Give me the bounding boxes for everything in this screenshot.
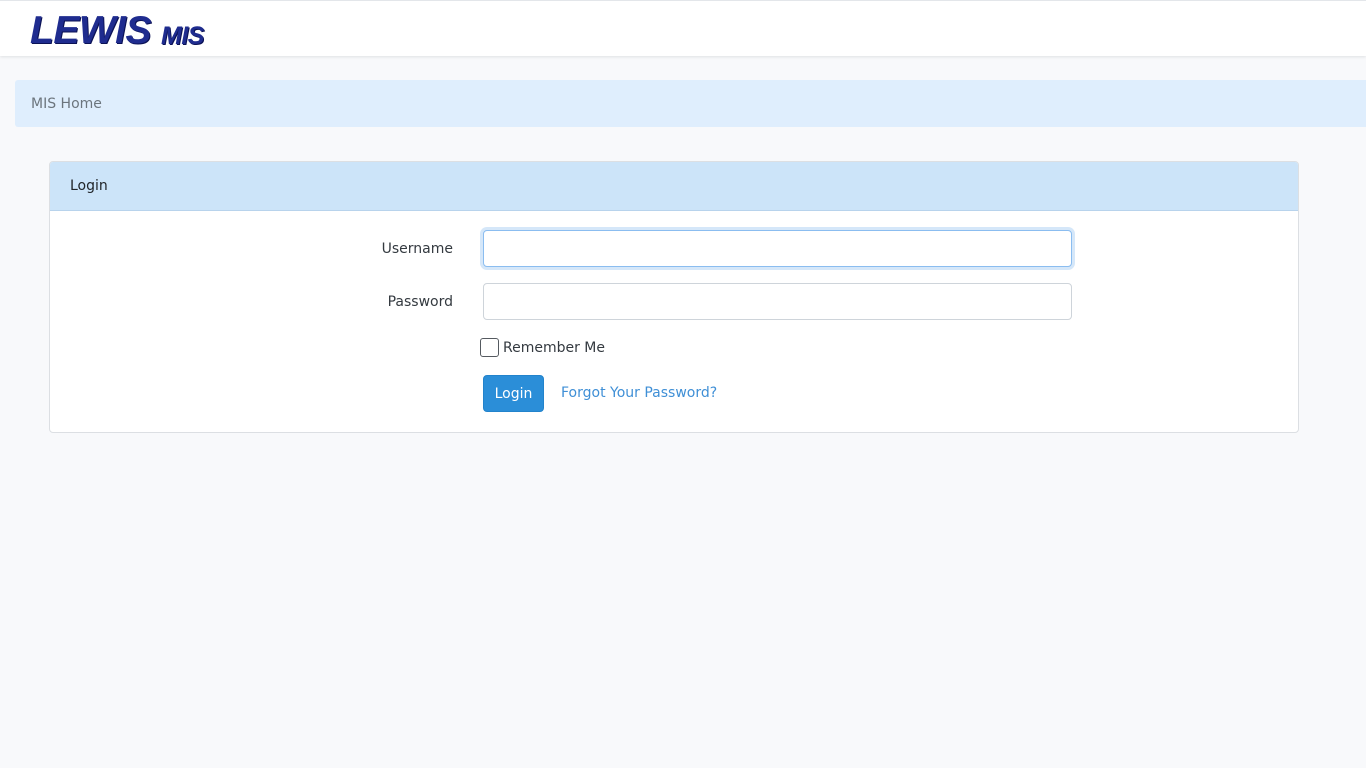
username-input[interactable]	[483, 230, 1072, 267]
remember-me-label[interactable]: Remember Me	[503, 340, 605, 356]
password-label: Password	[387, 294, 453, 310]
username-label: Username	[381, 241, 453, 257]
brand-sub-text: MIS	[161, 22, 204, 50]
remember-me-checkbox[interactable]	[480, 338, 499, 357]
login-card-header: Login	[50, 162, 1298, 211]
password-input[interactable]	[483, 283, 1072, 320]
brand-main-text: LEWIS	[30, 9, 152, 52]
forgot-password-link[interactable]: Forgot Your Password?	[561, 385, 717, 401]
top-navbar: LEWIS MIS	[0, 0, 1366, 56]
breadcrumb-item-home[interactable]: MIS Home	[31, 96, 102, 112]
brand-logo[interactable]: LEWIS MIS	[30, 7, 204, 51]
login-button[interactable]: Login	[483, 375, 544, 412]
breadcrumb: MIS Home	[15, 80, 1366, 127]
login-card: Login Username Password Remember Me Logi…	[49, 161, 1299, 433]
